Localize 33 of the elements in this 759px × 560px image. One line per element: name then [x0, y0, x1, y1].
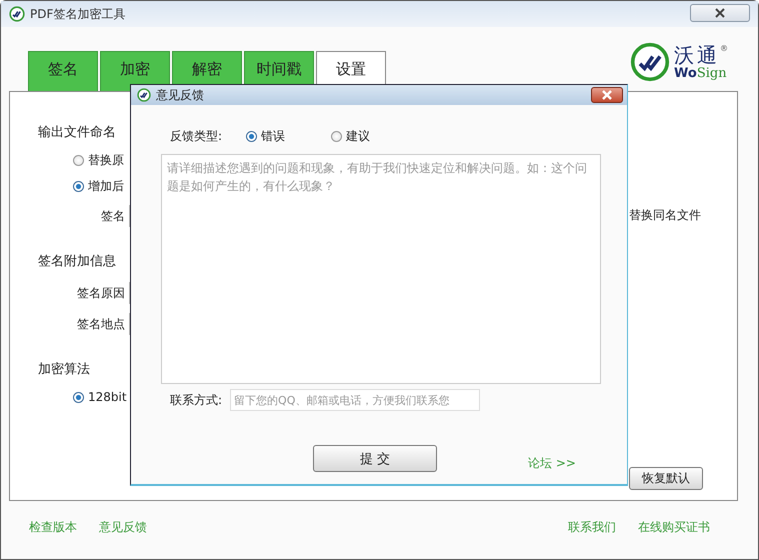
contact-label: 联系方式: [170, 392, 222, 408]
field-label: 签名 [100, 208, 125, 224]
section-title: 输出文件命名 [38, 124, 117, 141]
close-button[interactable] [591, 87, 623, 103]
footer-link[interactable]: 意见反馈 [99, 519, 147, 536]
field-label: 签名地点 [76, 316, 125, 332]
radio-option[interactable]: 建议 [331, 129, 370, 143]
feedback-type-label: 反馈类型: [170, 128, 222, 144]
logo-check-icon [630, 42, 670, 82]
window-title: PDF签名加密工具 [30, 6, 126, 22]
app-logo-icon [137, 88, 151, 102]
footer-link[interactable]: 在线购买证书 [638, 519, 710, 536]
close-icon [714, 8, 726, 18]
field-label: 签名原因 [76, 284, 125, 302]
registered-mark: ® [720, 44, 728, 52]
app-logo-icon [9, 6, 25, 22]
logo-name: 沃通 [674, 44, 720, 66]
reset-button[interactable]: 恢复默认 [629, 467, 703, 490]
option-label: 替换同名文件 [629, 207, 701, 224]
radio-option[interactable]: 错误 [246, 129, 286, 143]
description-field[interactable]: 请详细描述您遇到的问题和现象，有助于我们快速定位和解决问题。如：这个问题是如何产生的，有什么现象？ [161, 154, 601, 384]
tab[interactable]: 签名 [28, 51, 98, 91]
contact-field[interactable]: 留下您的QQ、邮箱或电话，方便我们联系您 [230, 389, 480, 411]
footer-link[interactable]: 检查版本 [29, 519, 77, 536]
section-title: 加密算法 [38, 361, 91, 378]
close-icon [601, 90, 613, 100]
logo-subtitle: WoSign [674, 66, 728, 80]
section-title: 签名附加信息 [38, 253, 117, 270]
submit-button[interactable]: 提 交 [313, 445, 437, 472]
forum-link[interactable]: 论坛 >> [528, 455, 576, 472]
radio-option[interactable]: 128bit [73, 390, 171, 404]
close-button[interactable] [690, 4, 750, 22]
footer-link[interactable]: 联系我们 [568, 519, 616, 536]
